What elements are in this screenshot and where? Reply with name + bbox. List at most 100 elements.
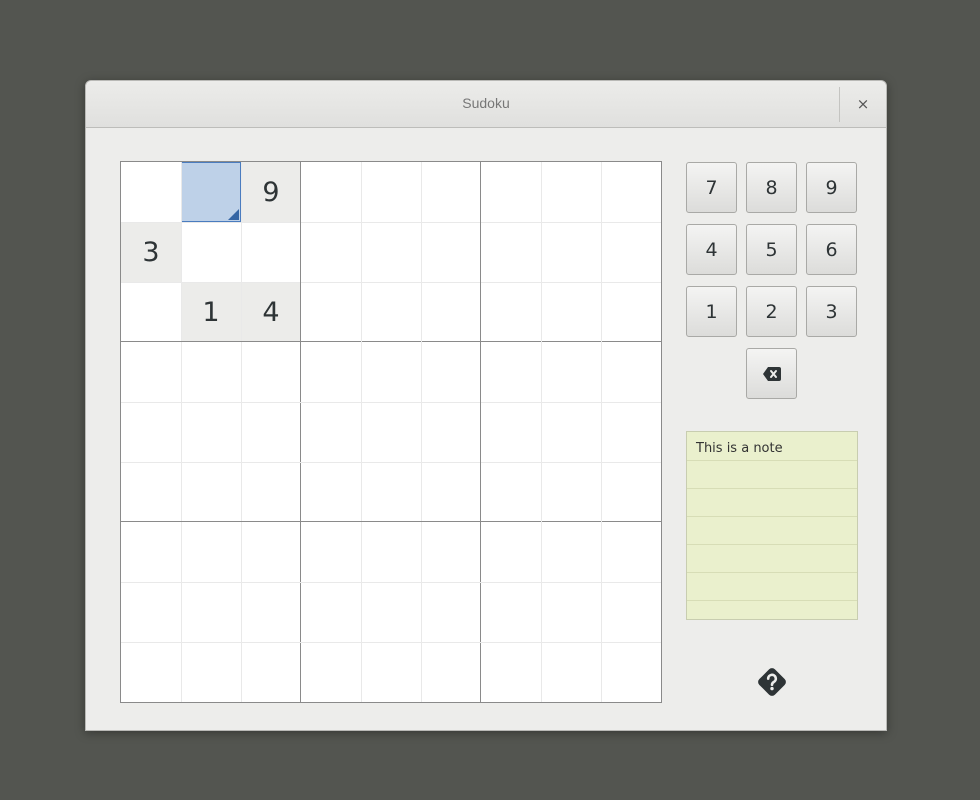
board-cell-r5c8[interactable] (541, 402, 601, 462)
board-cell-r4c7[interactable] (481, 342, 541, 402)
board-cell-r8c8[interactable] (541, 582, 601, 642)
grid-line-vertical (241, 162, 242, 702)
board-cell-r3c2[interactable]: 1 (181, 282, 241, 342)
board-cell-r4c8[interactable] (541, 342, 601, 402)
board-cell-r5c9[interactable] (601, 402, 661, 462)
board-cell-r5c1[interactable] (121, 402, 181, 462)
board-cell-r3c1[interactable] (121, 282, 181, 342)
board-cell-r3c5[interactable] (361, 282, 421, 342)
erase-button[interactable] (746, 348, 797, 399)
board-cell-r6c8[interactable] (541, 462, 601, 522)
board-cell-r4c2[interactable] (181, 342, 241, 402)
board-cell-r6c9[interactable] (601, 462, 661, 522)
board-cell-r3c8[interactable] (541, 282, 601, 342)
board-cell-r8c5[interactable] (361, 582, 421, 642)
number-button-7[interactable]: 7 (686, 162, 737, 213)
board-cell-r6c6[interactable] (421, 462, 481, 522)
board-cell-r5c3[interactable] (241, 402, 301, 462)
board-cell-r6c7[interactable] (481, 462, 541, 522)
board-cell-r9c7[interactable] (481, 642, 541, 702)
board-cell-r2c5[interactable] (361, 222, 421, 282)
board-cell-r6c2[interactable] (181, 462, 241, 522)
board-cell-r7c3[interactable] (241, 522, 301, 582)
board-cell-r5c4[interactable] (301, 402, 361, 462)
board-cell-r9c2[interactable] (181, 642, 241, 702)
board-cell-r6c3[interactable] (241, 462, 301, 522)
board-cell-r9c9[interactable] (601, 642, 661, 702)
board-cell-r4c5[interactable] (361, 342, 421, 402)
board-cell-r7c6[interactable] (421, 522, 481, 582)
board-cell-r2c2[interactable] (181, 222, 241, 282)
board-cell-r8c3[interactable] (241, 582, 301, 642)
board-cell-r7c7[interactable] (481, 522, 541, 582)
board-cell-r3c7[interactable] (481, 282, 541, 342)
board-cell-r8c1[interactable] (121, 582, 181, 642)
number-button-8[interactable]: 8 (746, 162, 797, 213)
board-cell-r8c4[interactable] (301, 582, 361, 642)
board-cell-r6c1[interactable] (121, 462, 181, 522)
board-cell-r2c6[interactable] (421, 222, 481, 282)
board-cell-r4c9[interactable] (601, 342, 661, 402)
hint-button[interactable] (755, 665, 789, 699)
board-cell-r1c4[interactable] (301, 162, 361, 222)
note-text[interactable]: This is a note (696, 441, 783, 456)
board-cell-r7c2[interactable] (181, 522, 241, 582)
board-cell-r4c6[interactable] (421, 342, 481, 402)
board-cell-r2c7[interactable] (481, 222, 541, 282)
board-cell-r8c2[interactable] (181, 582, 241, 642)
note-area[interactable]: This is a note (686, 431, 858, 620)
board-cell-r9c1[interactable] (121, 642, 181, 702)
board-cell-r7c8[interactable] (541, 522, 601, 582)
board-cell-r9c4[interactable] (301, 642, 361, 702)
board-cell-r8c7[interactable] (481, 582, 541, 642)
board-cell-r2c3[interactable] (241, 222, 301, 282)
grid-line-horizontal (121, 282, 661, 283)
board-cell-r9c8[interactable] (541, 642, 601, 702)
board-cell-r3c4[interactable] (301, 282, 361, 342)
board-cell-r4c4[interactable] (301, 342, 361, 402)
grid-line-vertical (361, 162, 362, 702)
close-button[interactable]: × (852, 93, 874, 115)
board-cell-r2c8[interactable] (541, 222, 601, 282)
board-cell-r4c1[interactable] (121, 342, 181, 402)
number-button-4[interactable]: 4 (686, 224, 737, 275)
board-cell-r5c2[interactable] (181, 402, 241, 462)
board-cell-r7c1[interactable] (121, 522, 181, 582)
board-cell-r1c2[interactable] (181, 162, 241, 222)
board-cell-r1c9[interactable] (601, 162, 661, 222)
number-button-9[interactable]: 9 (806, 162, 857, 213)
board-cell-r4c3[interactable] (241, 342, 301, 402)
board-cell-r1c1[interactable] (121, 162, 181, 222)
board-cell-r3c3[interactable]: 4 (241, 282, 301, 342)
board-cell-r2c9[interactable] (601, 222, 661, 282)
board-cell-r2c4[interactable] (301, 222, 361, 282)
board-cell-r1c5[interactable] (361, 162, 421, 222)
board-cell-r2c1[interactable]: 3 (121, 222, 181, 282)
board-cell-r8c6[interactable] (421, 582, 481, 642)
board-cell-r8c9[interactable] (601, 582, 661, 642)
board-cell-r9c6[interactable] (421, 642, 481, 702)
board-cell-r1c8[interactable] (541, 162, 601, 222)
number-button-1[interactable]: 1 (686, 286, 737, 337)
board-cell-r3c9[interactable] (601, 282, 661, 342)
number-button-2[interactable]: 2 (746, 286, 797, 337)
box-divider-vertical (480, 162, 481, 702)
board-cell-r1c3[interactable]: 9 (241, 162, 301, 222)
board-cell-r9c5[interactable] (361, 642, 421, 702)
board-cell-r5c5[interactable] (361, 402, 421, 462)
board-cell-r6c4[interactable] (301, 462, 361, 522)
board-cell-r7c9[interactable] (601, 522, 661, 582)
board-cell-r9c3[interactable] (241, 642, 301, 702)
board-cell-r1c7[interactable] (481, 162, 541, 222)
board-cell-r7c5[interactable] (361, 522, 421, 582)
number-button-3[interactable]: 3 (806, 286, 857, 337)
board-cell-r7c4[interactable] (301, 522, 361, 582)
question-diamond-icon (758, 668, 786, 696)
board-cell-r5c7[interactable] (481, 402, 541, 462)
board-cell-r1c6[interactable] (421, 162, 481, 222)
number-button-6[interactable]: 6 (806, 224, 857, 275)
board-cell-r5c6[interactable] (421, 402, 481, 462)
board-cell-r6c5[interactable] (361, 462, 421, 522)
number-button-5[interactable]: 5 (746, 224, 797, 275)
board-cell-r3c6[interactable] (421, 282, 481, 342)
